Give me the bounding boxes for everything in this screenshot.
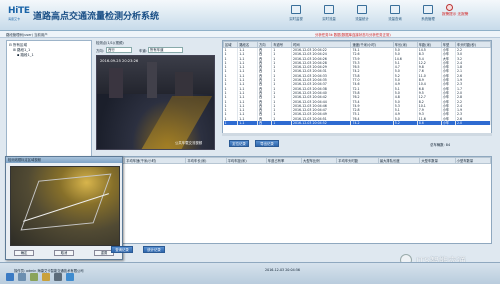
logo-main-text: HiTE <box>8 6 30 16</box>
toolbar-stats-button[interactable]: 流量统计 <box>346 5 378 21</box>
taskbar-app-icon[interactable] <box>30 273 38 281</box>
column-header[interactable]: 大型车数量 <box>419 157 456 164</box>
flow-icon <box>324 5 334 14</box>
region-tree[interactable]: ⊟ 所有区域 ⊞ 路段1_1 ▪ 路段1_1 <box>6 40 92 158</box>
horizontal-scrollbar[interactable] <box>222 133 492 136</box>
direction-select[interactable]: 西行 <box>106 47 132 53</box>
app-title: 道路高点交通流量检测分析系统 <box>33 12 160 22</box>
toolbar-settings-button[interactable]: 系统管理 <box>412 5 444 21</box>
column-header[interactable]: 平均车距(米) <box>225 157 267 164</box>
stats-icon <box>357 5 367 14</box>
video-building <box>175 72 193 98</box>
query-icon <box>390 5 400 14</box>
lane-select[interactable]: 所有车道 <box>148 47 183 53</box>
taskbar-app-icon[interactable] <box>18 273 26 281</box>
taskbar-app-icon[interactable] <box>54 273 62 281</box>
query-record-button[interactable]: 查询记录 <box>111 246 133 253</box>
vehicle-record-table[interactable]: 区域 路段名 方向 车道号 时间 速度(千米/小时) 车长(米) 车距(米) 车型 车头时距(秒)… <box>222 40 492 136</box>
app-logo: HiTE 海康艾卡 <box>8 6 30 26</box>
toolbar-monitor-button[interactable]: 实时监视 <box>280 5 312 21</box>
table-cell: 2.0 <box>455 121 491 126</box>
dialog-title: 检测线框标定区域视频 <box>6 157 122 163</box>
column-header[interactable]: 平均车头时距 <box>336 157 379 164</box>
tree-item-label: 路段1_1 <box>20 53 34 57</box>
tree-item-label: 所有区域 <box>13 43 28 47</box>
video-caption: 公共车载交流视频 <box>175 141 203 145</box>
alarm-icon[interactable] <box>446 4 453 11</box>
taskbar-start-icon[interactable] <box>6 273 14 281</box>
toolbar-label: 系统管理 <box>421 17 435 21</box>
toolbar-label: 实时监视 <box>289 17 303 21</box>
column-header[interactable]: 小型车数量 <box>454 157 491 164</box>
locate-record-button[interactable]: 定位记录 <box>229 140 249 147</box>
dialog-cancel-button[interactable]: 取消 <box>54 250 74 256</box>
total-vehicles: 总车辆数: 84 <box>430 143 451 147</box>
table-body: 1 1-1 西 1 2016-12-03 20:04:22 74.1 5.0 14.5 小车 2.… <box>223 47 491 126</box>
table-cell: 1 <box>271 121 292 126</box>
settings-icon <box>423 5 433 14</box>
table-cell: 西 <box>257 121 273 126</box>
table-row[interactable]: 1 1-1 西 1 2016-12-03 20:04:52 74.2 5.2 8.6 小车 2.0 <box>223 121 491 126</box>
camera-header: 检测点(1/1)(视频) <box>96 41 124 45</box>
tree-item-segment[interactable]: ▪ 路段1_1 <box>9 53 89 58</box>
table-cell: 8.6 <box>417 121 442 126</box>
alarm-status: 报警提示 无报警 <box>442 12 469 16</box>
monitor-icon <box>291 5 301 14</box>
video-timestamp: 2016-09-25 20:23:26 <box>100 59 139 63</box>
video-building <box>147 62 157 98</box>
export-record-button[interactable]: 导出记录 <box>255 140 279 147</box>
table-cell: 2016-12-03 20:04:52 <box>291 121 352 126</box>
footer-bar <box>0 262 500 284</box>
table-cell: 1-1 <box>237 121 258 126</box>
column-header[interactable]: 平均车速(千米/小时) <box>124 157 187 164</box>
lane-label: 车道: <box>139 49 147 53</box>
toolbar-label: 实时流量 <box>322 17 336 21</box>
statistics-record-button[interactable]: 统计记录 <box>143 246 165 253</box>
column-header[interactable]: 车道占有率 <box>265 157 303 164</box>
video-building <box>109 68 123 98</box>
column-header[interactable]: 大型车比例 <box>301 157 338 164</box>
direction-label: 方向: <box>96 49 104 53</box>
toolbar-label: 流量统计 <box>355 17 369 21</box>
table-cell: 1 <box>223 121 239 126</box>
detection-frame[interactable] <box>20 173 112 231</box>
calibration-video[interactable] <box>10 166 120 246</box>
tree-item-label: 路段1_1 <box>17 48 31 52</box>
subbar-right-text: 分析任务3k 数据(数据库连接状态与分析任务正常) <box>315 33 391 37</box>
subbar-left-text: 路段管理树(user) 当前用户 <box>6 33 48 37</box>
table-cell: 小车 <box>441 121 456 126</box>
footer-datetime: 2016-12-03 20:04:56 <box>265 268 301 272</box>
table-cell: 5.2 <box>393 121 418 126</box>
toolbar-query-button[interactable]: 流量查询 <box>379 5 411 21</box>
status-subbar <box>0 31 500 38</box>
calibration-dialog[interactable]: 检测线框标定区域视频 确定 取消 重置 <box>5 156 123 260</box>
taskbar-app-icon[interactable] <box>42 273 50 281</box>
column-header[interactable]: 最大排队长度 <box>377 157 421 164</box>
dialog-ok-button[interactable]: 确定 <box>14 250 34 256</box>
toolbar-flow-button[interactable]: 实时流量 <box>313 5 345 21</box>
live-video[interactable] <box>96 55 215 150</box>
table-cell: 74.2 <box>350 121 394 126</box>
toolbar-label: 流量查询 <box>388 17 402 21</box>
taskbar-app-icon[interactable] <box>66 273 74 281</box>
column-header[interactable]: 平均车长(米) <box>185 157 227 164</box>
logo-sub-text: 海康艾卡 <box>8 17 21 21</box>
